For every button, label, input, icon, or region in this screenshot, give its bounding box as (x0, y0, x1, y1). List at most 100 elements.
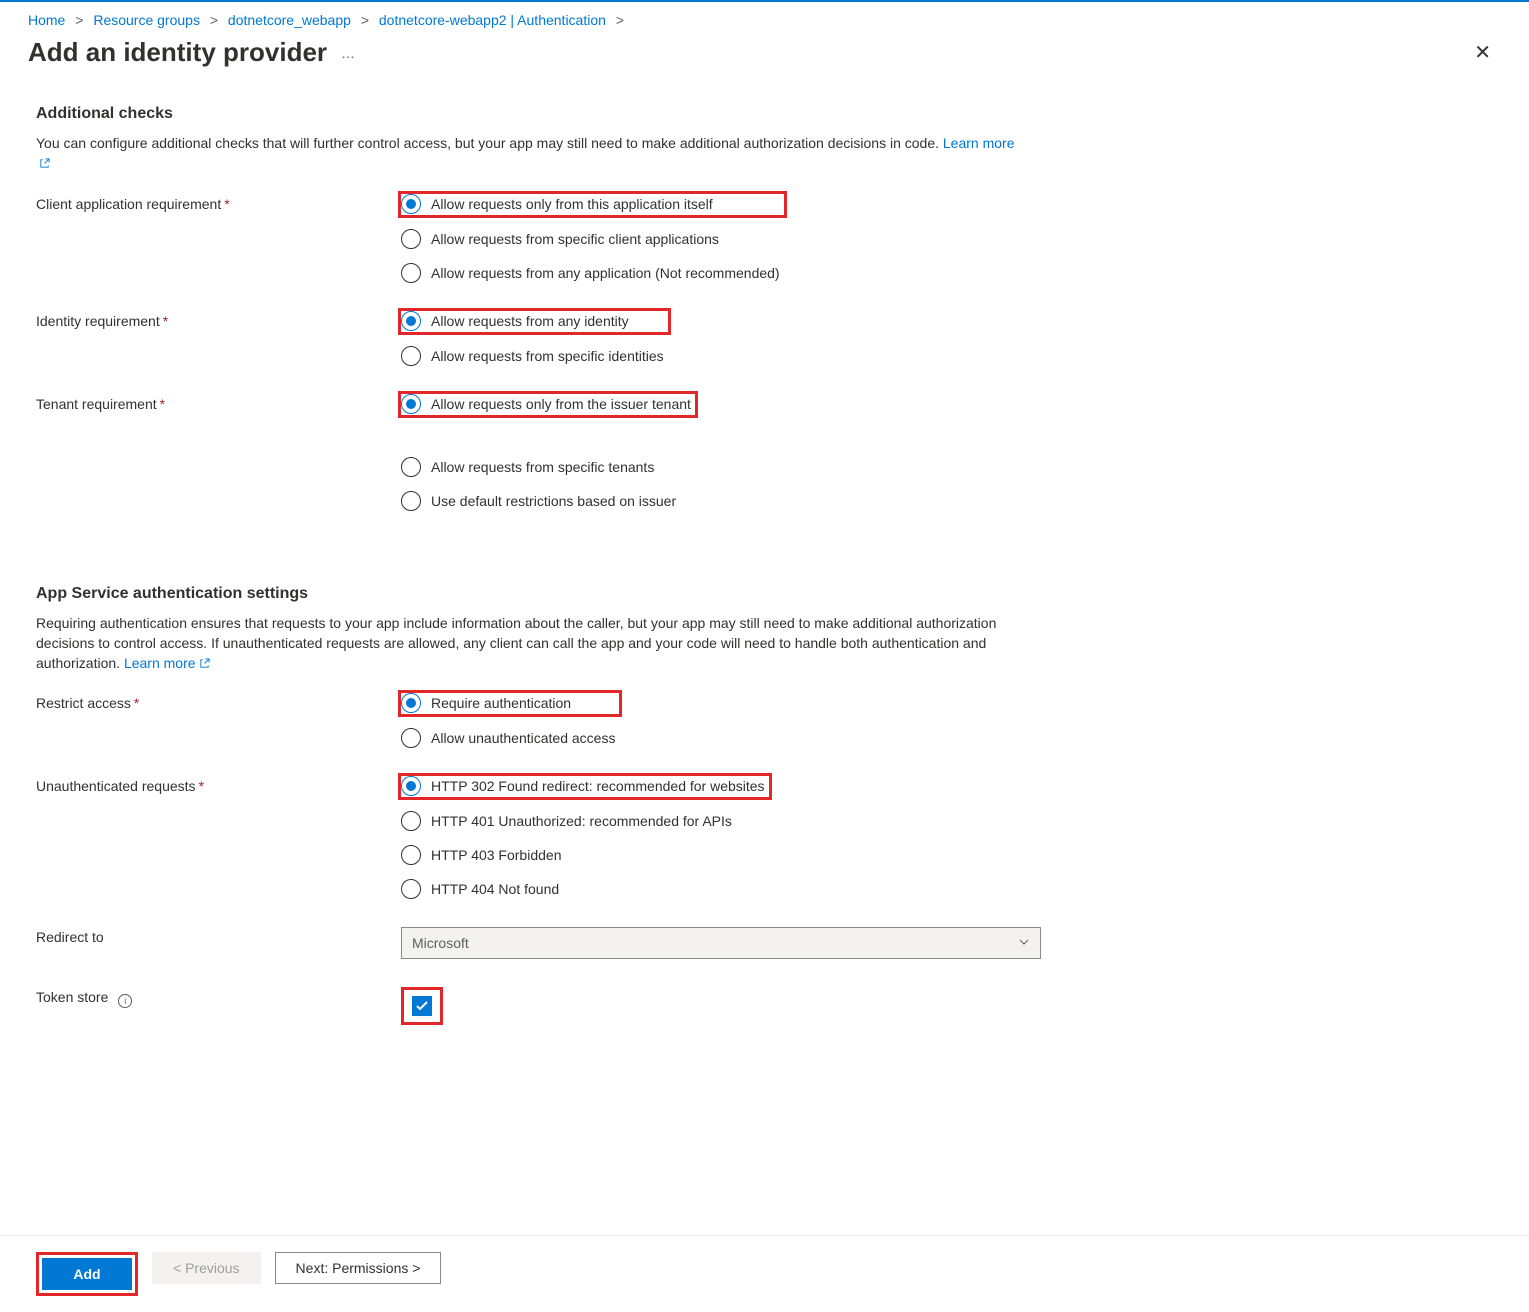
radio-icon (401, 194, 421, 214)
close-icon[interactable]: ✕ (1464, 36, 1501, 69)
radio-unauth-403[interactable]: HTTP 403 Forbidden (401, 845, 765, 865)
chevron-right-icon: > (361, 12, 369, 28)
radio-label: Allow requests from any application (Not… (431, 265, 780, 281)
section-app-service-auth-title: App Service authentication settings (36, 585, 1064, 603)
radio-icon (401, 457, 421, 477)
radio-unauth-302[interactable]: HTTP 302 Found redirect: recommended for… (401, 776, 765, 796)
radio-identity-specific[interactable]: Allow requests from specific identities (401, 346, 664, 366)
highlight-box (401, 987, 443, 1025)
breadcrumb-link-webapp[interactable]: dotnetcore_webapp (228, 12, 351, 28)
section-additional-checks-title: Additional checks (36, 105, 1064, 123)
learn-more-link[interactable]: Learn more (124, 655, 210, 671)
radio-client-self[interactable]: Allow requests only from this applicatio… (401, 194, 713, 214)
radio-identity-any[interactable]: Allow requests from any identity (401, 311, 629, 331)
field-label: Tenant requirement* (36, 394, 401, 412)
radio-icon (401, 229, 421, 249)
radio-label: Allow requests from any identity (431, 313, 629, 329)
radio-label: Allow unauthenticated access (431, 730, 615, 746)
radio-icon (401, 879, 421, 899)
more-icon[interactable]: … (341, 45, 356, 61)
field-restrict-access: Restrict access* Require authentication … (36, 693, 1064, 748)
radio-label: Allow requests from specific identities (431, 348, 664, 364)
content: Additional checks You can configure addi… (0, 87, 1100, 1163)
next-permissions-button[interactable]: Next: Permissions > (275, 1252, 442, 1284)
external-link-icon (39, 154, 50, 165)
radio-unauth-404[interactable]: HTTP 404 Not found (401, 879, 765, 899)
radio-group-unauth: HTTP 302 Found redirect: recommended for… (401, 776, 765, 899)
field-client-app-requirement: Client application requirement* Allow re… (36, 194, 1064, 283)
section-app-service-auth-desc: Requiring authentication ensures that re… (36, 613, 1026, 674)
field-label: Unauthenticated requests* (36, 776, 401, 794)
radio-icon (401, 728, 421, 748)
radio-label: Allow requests from specific client appl… (431, 231, 719, 247)
learn-more-label: Learn more (943, 135, 1015, 151)
required-marker: * (199, 778, 204, 794)
radio-icon (401, 811, 421, 831)
page-header: Add an identity provider … ✕ (0, 36, 1529, 87)
chevron-right-icon: > (210, 12, 218, 28)
dropdown-value: Microsoft (412, 935, 469, 951)
radio-label: Allow requests from specific tenants (431, 459, 654, 475)
highlight-box: HTTP 302 Found redirect: recommended for… (398, 773, 772, 800)
highlight-box: Allow requests only from this applicatio… (398, 191, 787, 218)
dropdown-redirect-to[interactable]: Microsoft (401, 927, 1041, 959)
required-marker: * (163, 313, 168, 329)
checkbox-token-store[interactable] (412, 996, 432, 1016)
highlight-box: Require authentication (398, 690, 622, 717)
radio-label: Allow requests only from this applicatio… (431, 196, 713, 212)
learn-more-label: Learn more (124, 655, 196, 671)
required-marker: * (134, 695, 139, 711)
field-label: Redirect to (36, 927, 401, 945)
radio-icon (401, 394, 421, 414)
radio-client-specific[interactable]: Allow requests from specific client appl… (401, 229, 780, 249)
radio-tenant-specific[interactable]: Allow requests from specific tenants (401, 457, 691, 477)
footer-actions: Add < Previous Next: Permissions > (0, 1235, 1529, 1312)
field-label: Token store i (36, 987, 401, 1008)
radio-group-tenant: Allow requests only from the issuer tena… (401, 394, 691, 511)
chevron-right-icon: > (75, 12, 83, 28)
radio-label: HTTP 403 Forbidden (431, 847, 561, 863)
field-redirect-to: Redirect to Microsoft (36, 927, 1064, 959)
previous-button[interactable]: < Previous (152, 1252, 261, 1284)
chevron-down-icon (1018, 935, 1030, 951)
label-text: Restrict access (36, 695, 131, 711)
label-text: Tenant requirement (36, 396, 157, 412)
radio-icon (401, 845, 421, 865)
highlight-box: Allow requests only from the issuer tena… (398, 391, 698, 418)
radio-tenant-issuer[interactable]: Allow requests only from the issuer tena… (401, 394, 691, 414)
breadcrumb-link-resource-groups[interactable]: Resource groups (93, 12, 200, 28)
field-unauth-requests: Unauthenticated requests* HTTP 302 Found… (36, 776, 1064, 899)
desc-text: You can configure additional checks that… (36, 135, 943, 151)
radio-group-restrict: Require authentication Allow unauthentic… (401, 693, 615, 748)
highlight-box: Allow requests from any identity (398, 308, 671, 335)
label-text: Client application requirement (36, 196, 221, 212)
info-icon[interactable]: i (118, 994, 132, 1008)
field-label: Client application requirement* (36, 194, 401, 212)
radio-icon (401, 776, 421, 796)
radio-label: HTTP 302 Found redirect: recommended for… (431, 778, 765, 794)
radio-tenant-default[interactable]: Use default restrictions based on issuer (401, 491, 691, 511)
field-token-store: Token store i (36, 987, 1064, 1025)
radio-label: Allow requests only from the issuer tena… (431, 396, 691, 412)
radio-icon (401, 346, 421, 366)
breadcrumb-link-auth[interactable]: dotnetcore-webapp2 | Authentication (379, 12, 606, 28)
add-button[interactable]: Add (42, 1258, 132, 1290)
radio-icon (401, 491, 421, 511)
highlight-box: Add (36, 1252, 138, 1296)
label-text: Unauthenticated requests (36, 778, 196, 794)
breadcrumb-link-home[interactable]: Home (28, 12, 65, 28)
radio-icon (401, 693, 421, 713)
label-text: Token store (36, 989, 108, 1005)
field-label: Restrict access* (36, 693, 401, 711)
radio-icon (401, 263, 421, 283)
radio-restrict-require[interactable]: Require authentication (401, 693, 571, 713)
radio-restrict-allow[interactable]: Allow unauthenticated access (401, 728, 615, 748)
radio-group-client-app: Allow requests only from this applicatio… (401, 194, 780, 283)
chevron-right-icon: > (616, 12, 624, 28)
radio-unauth-401[interactable]: HTTP 401 Unauthorized: recommended for A… (401, 811, 765, 831)
breadcrumb: Home > Resource groups > dotnetcore_weba… (0, 2, 1529, 36)
radio-client-any[interactable]: Allow requests from any application (Not… (401, 263, 780, 283)
field-identity-requirement: Identity requirement* Allow requests fro… (36, 311, 1064, 366)
required-marker: * (224, 196, 229, 212)
external-link-icon (199, 654, 210, 665)
